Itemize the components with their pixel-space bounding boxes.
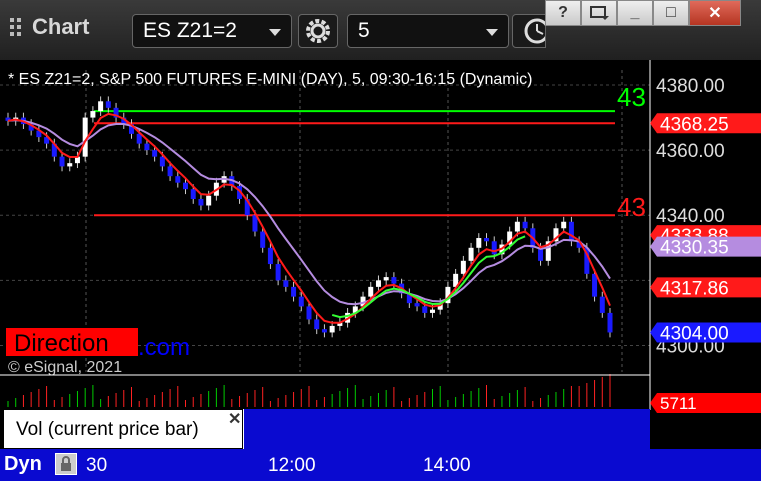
window-title: Chart	[10, 14, 89, 40]
interval-dropdown[interactable]: 5	[347, 14, 509, 48]
time-label-3: 14:00	[423, 455, 471, 476]
window-list-icon	[590, 6, 609, 20]
red-line-label: 43	[617, 192, 646, 222]
price-tag-text: 4317.86	[660, 278, 729, 299]
clock-icon	[524, 18, 545, 44]
candle-body	[391, 277, 397, 284]
price-tag-text: 4368.25	[660, 114, 729, 135]
time-label-2: 12:00	[268, 455, 316, 476]
candle-body	[375, 280, 381, 287]
candle-body	[607, 312, 613, 333]
chevron-down-icon	[486, 29, 498, 36]
candle-body	[98, 101, 104, 112]
candle-body	[468, 247, 474, 261]
minimize-button[interactable]: _	[617, 0, 653, 26]
candle-body	[190, 189, 196, 199]
candle-body	[291, 286, 297, 297]
time-label-1: 30	[86, 455, 108, 476]
candle-body	[198, 198, 204, 206]
candle-body	[152, 150, 158, 157]
chart-info-text: * ES Z21=2, S&P 500 FUTURES E-MINI (DAY)…	[8, 71, 532, 88]
time-axis-bar	[0, 449, 761, 481]
direction-text: Direction	[14, 330, 109, 357]
candle-body	[275, 264, 281, 281]
candle-body	[206, 195, 212, 206]
candle-body	[306, 306, 312, 320]
candle-body	[514, 221, 520, 232]
candle-body	[368, 286, 374, 297]
volume-value-text: 5711	[660, 394, 697, 413]
copyright-text: © eSignal, 2021	[8, 359, 122, 376]
symbol-dropdown[interactable]: ES Z21=2	[132, 14, 292, 48]
candle-body	[383, 277, 389, 281]
dynamic-mode-label[interactable]: Dyn	[4, 453, 42, 476]
interval-value: 5	[358, 19, 370, 42]
candle-body	[159, 156, 165, 167]
candle-body	[183, 182, 189, 190]
candle-body	[491, 241, 497, 255]
price-axis-label: 4360.00	[656, 141, 725, 162]
candle-body	[144, 143, 150, 151]
lock-icon[interactable]	[55, 453, 77, 475]
maximize-button[interactable]: □	[653, 0, 689, 26]
green-line-label: 43	[617, 82, 646, 112]
candle-body	[283, 280, 289, 287]
gear-icon	[306, 19, 330, 43]
candle-body	[422, 306, 428, 313]
settings-button[interactable]	[298, 14, 338, 48]
candle-body	[476, 238, 482, 248]
candle-body	[59, 156, 65, 167]
window-list-button[interactable]	[581, 0, 617, 26]
price-axis-label: 4340.00	[656, 206, 725, 227]
candle-body	[67, 163, 73, 167]
candle-body	[260, 231, 266, 248]
candle-body	[175, 176, 181, 183]
candle-body	[414, 303, 420, 307]
price-tag-text: 4304.00	[660, 323, 729, 344]
candle-body	[599, 296, 605, 313]
direction-suffix: .com	[138, 334, 190, 361]
candle-body	[90, 111, 96, 118]
candle-body	[105, 101, 111, 108]
close-button[interactable]: ✕	[689, 0, 741, 26]
candle-body	[329, 325, 335, 333]
candle-body	[298, 296, 304, 307]
time-template-button[interactable]	[512, 14, 546, 48]
candle-body	[167, 166, 173, 177]
drag-handle-icon[interactable]	[10, 18, 26, 36]
candle-body	[592, 273, 598, 297]
close-icon[interactable]: ✕	[228, 409, 241, 429]
symbol-value: ES Z21=2	[143, 19, 237, 42]
candle-body	[460, 260, 466, 274]
candle-body	[429, 309, 435, 313]
candle-body	[314, 319, 320, 330]
app-title: Chart	[32, 14, 90, 39]
candle-body	[568, 221, 574, 242]
volume-study-label[interactable]: Vol (current price bar)	[4, 410, 242, 448]
volume-label-panel	[243, 409, 650, 449]
price-tag-text: 4330.35	[660, 238, 729, 259]
chart-toolbar: Chart ES Z21=2 5 ? _ □ ✕	[0, 0, 761, 60]
candle-body	[321, 329, 327, 333]
help-button[interactable]: ?	[545, 0, 581, 26]
candle-body	[267, 247, 273, 265]
chevron-down-icon	[269, 29, 281, 36]
candle-body	[522, 221, 528, 229]
candle-body	[484, 238, 490, 242]
candle-body	[561, 221, 567, 229]
window-controls: ? _ □ ✕	[545, 0, 741, 28]
price-axis-label: 4380.00	[656, 76, 725, 97]
